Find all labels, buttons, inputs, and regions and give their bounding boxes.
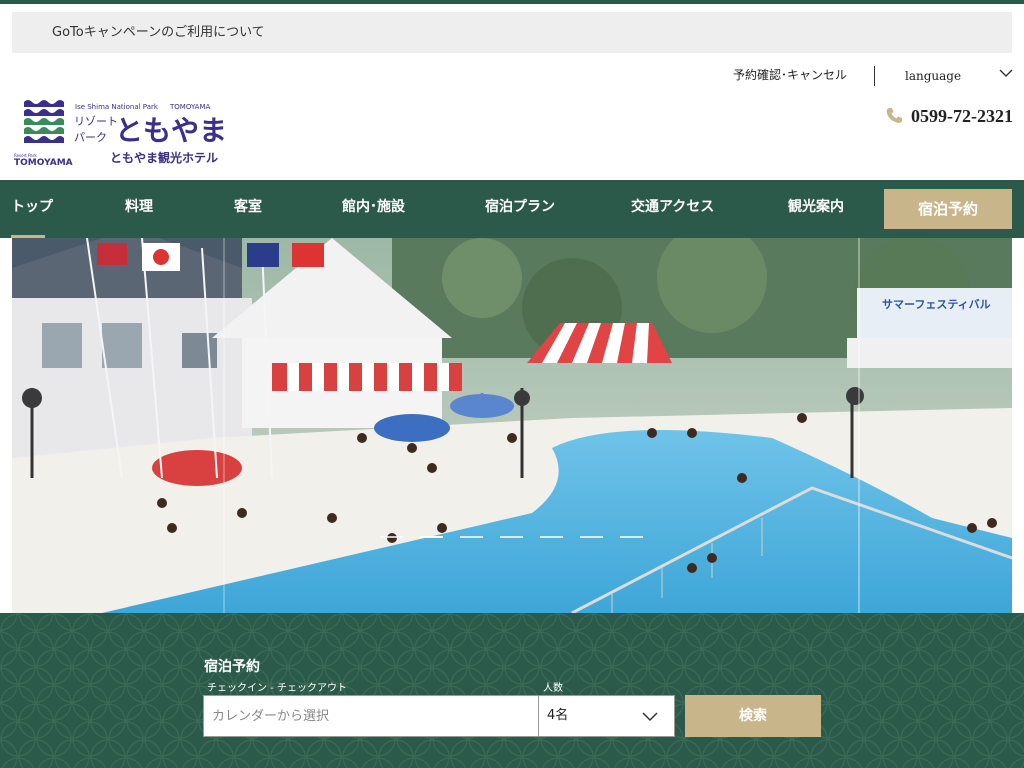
nav-item-access[interactable]: 交通アクセス bbox=[631, 180, 714, 238]
slide-dot-2[interactable] bbox=[420, 536, 443, 538]
language-label: language bbox=[905, 69, 962, 83]
booking-panel: 宿泊予約 チェックイン - チェックアウト 人数 4名 検索 bbox=[0, 613, 1024, 768]
hero-slideshow-image[interactable]: サマーフェスティバル bbox=[12, 238, 1012, 613]
slideshow-pagination bbox=[380, 536, 643, 538]
svg-text:リゾート: リゾート bbox=[74, 115, 118, 128]
utility-divider bbox=[874, 66, 875, 86]
slide-dot-7[interactable] bbox=[620, 536, 643, 538]
slide-dot-4[interactable] bbox=[500, 536, 523, 538]
chevron-down-icon bbox=[999, 69, 1013, 77]
nav-item-sightseeing[interactable]: 観光案内 bbox=[788, 180, 844, 238]
nav-item-facilities[interactable]: 館内･施設 bbox=[342, 180, 405, 238]
nav-item-rooms[interactable]: 客室 bbox=[234, 180, 262, 238]
nav-item-plans[interactable]: 宿泊プラン bbox=[485, 180, 555, 238]
phone-icon bbox=[886, 108, 902, 123]
svg-text:ともやま: ともやま bbox=[115, 114, 227, 147]
language-select[interactable]: language bbox=[905, 64, 1015, 88]
guests-field-label: 人数 bbox=[543, 683, 563, 694]
nav-item-cuisine[interactable]: 料理 bbox=[125, 180, 153, 238]
nav-item-top[interactable]: トップ bbox=[11, 180, 53, 238]
phone-contact[interactable]: 0599-72-2321 bbox=[884, 103, 1013, 129]
guests-select[interactable]: 4名 bbox=[538, 695, 675, 737]
hotel-logo[interactable]: Resort Park TOMOYAMA Ise Shima National … bbox=[12, 98, 230, 170]
reservation-cancel-link[interactable]: 予約確認･キャンセル bbox=[733, 64, 847, 88]
pattern-background bbox=[0, 613, 1024, 768]
campaign-notice-link[interactable]: GoToキャンペーンのご利用について bbox=[12, 12, 1012, 53]
slide-dot-3[interactable] bbox=[460, 536, 483, 538]
svg-text:サマーフェスティバル: サマーフェスティバル bbox=[882, 298, 991, 311]
nav-reserve-button[interactable]: 宿泊予約 bbox=[884, 189, 1012, 229]
date-field-label: チェックイン - チェックアウト bbox=[207, 683, 347, 694]
slide-dot-5[interactable] bbox=[540, 536, 563, 538]
phone-number: 0599-72-2321 bbox=[911, 105, 1013, 126]
checkin-checkout-input[interactable] bbox=[203, 695, 539, 737]
search-button[interactable]: 検索 bbox=[685, 695, 821, 737]
svg-text:パーク: パーク bbox=[74, 131, 107, 144]
svg-text:TOMOYAMA: TOMOYAMA bbox=[169, 103, 211, 111]
top-accent-line bbox=[0, 0, 1024, 4]
slide-dot-1[interactable] bbox=[380, 536, 403, 538]
guests-value: 4名 bbox=[547, 708, 569, 723]
svg-text:ともやま観光ホテル: ともやま観光ホテル bbox=[110, 150, 218, 165]
svg-text:Ise Shima National Park: Ise Shima National Park bbox=[75, 103, 159, 111]
chevron-down-icon bbox=[642, 712, 658, 722]
booking-title: 宿泊予約 bbox=[204, 659, 260, 675]
wave-mark bbox=[24, 100, 64, 116]
main-nav: トップ 料理 客室 館内･施設 宿泊プラン 交通アクセス 観光案内 bbox=[0, 180, 1024, 238]
slide-dot-6[interactable] bbox=[580, 536, 603, 538]
svg-text:TOMOYAMA: TOMOYAMA bbox=[14, 158, 73, 168]
